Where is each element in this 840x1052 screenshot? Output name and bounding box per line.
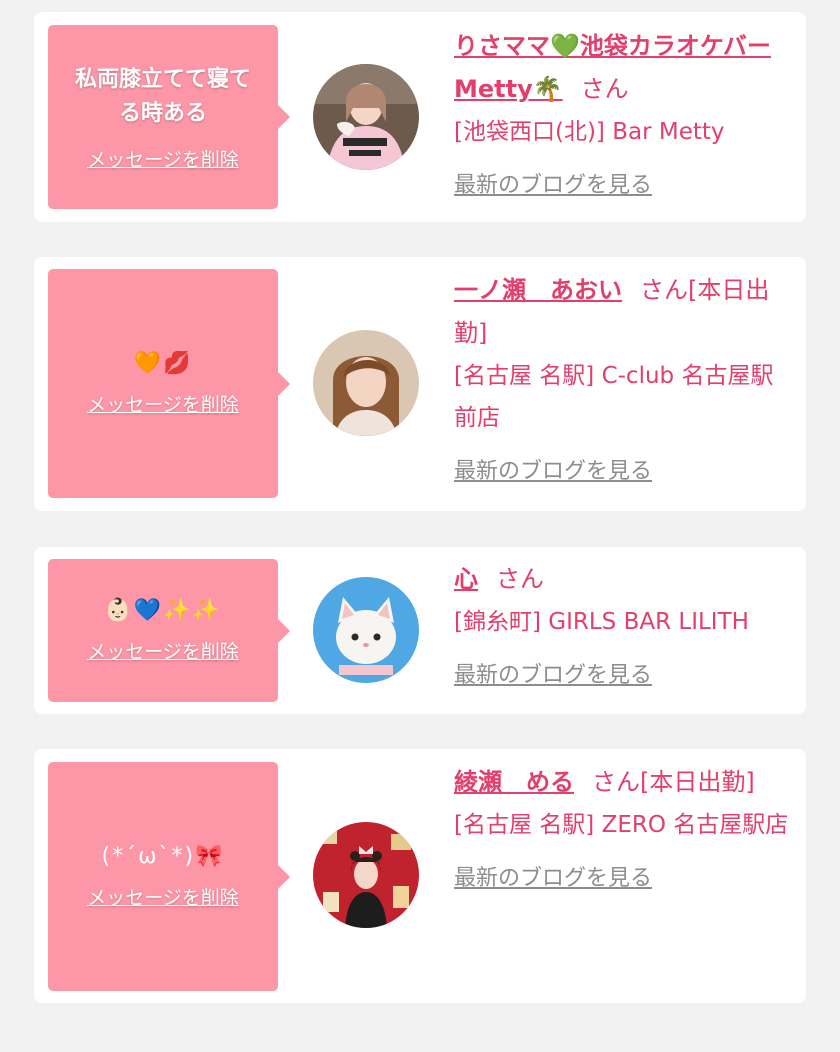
avatar-photo [313, 822, 419, 928]
message-line: る時ある [118, 100, 207, 126]
delete-message-link[interactable]: メッセージを削除 [87, 637, 239, 664]
latest-blog-link[interactable]: 最新のブログを見る [454, 167, 652, 199]
latest-blog-link[interactable]: 最新のブログを見る [454, 657, 652, 689]
message-text: 👶🏻💙✨✨ [104, 597, 222, 623]
message-bubble: 🧡💋 メッセージを削除 [48, 269, 290, 498]
avatar-photo [313, 577, 419, 683]
latest-blog-link[interactable]: 最新のブログを見る [454, 453, 652, 485]
message-bubble: (*´ω`*)🎀 メッセージを削除 [48, 762, 290, 991]
girl-card: 👶🏻💙✨✨ メッセージを削除 心さん [錦糸町] GIRLS BAR LILIT… [34, 547, 806, 714]
delete-message-link[interactable]: メッセージを削除 [87, 145, 239, 172]
shop-info: [錦糸町] GIRLS BAR LILITH [454, 609, 749, 635]
name-line: りさママ💚池袋カラオケバーMetty🌴 さん [454, 25, 794, 111]
message-bubble: 👶🏻💙✨✨ メッセージを削除 [48, 559, 290, 702]
name-line: 綾瀬 める さん[本日出勤] [454, 761, 794, 804]
girl-card: (*´ω`*)🎀 メッセージを削除 綾瀬 める さん[本日出勤] [名古屋 名駅]… [34, 749, 806, 1003]
girl-name-link[interactable]: 綾瀬 める [454, 768, 574, 796]
girl-name-link[interactable]: 心 [454, 565, 478, 593]
girl-info: 心さん [錦糸町] GIRLS BAR LILITH 最新のブログを見る [454, 558, 794, 689]
avatar[interactable] [313, 822, 419, 928]
name-line: 心さん [454, 558, 794, 601]
shop-info: [名古屋 名駅] C-club 名古屋駅前店 [454, 363, 774, 431]
message-line: 私両膝立てて寝て [74, 66, 251, 92]
delete-message-link[interactable]: メッセージを削除 [87, 390, 239, 417]
avatar[interactable] [313, 577, 419, 683]
honorific: さん[本日出勤] [592, 768, 755, 796]
latest-blog-link[interactable]: 最新のブログを見る [454, 860, 652, 892]
message-bubble: 私両膝立てて寝て る時ある メッセージを削除 [48, 25, 290, 209]
honorific: さん [580, 75, 629, 103]
girl-card: 私両膝立てて寝て る時ある メッセージを削除 りさママ💚池袋カラオケバーMett… [34, 12, 806, 222]
avatar[interactable] [313, 330, 419, 436]
girl-info: りさママ💚池袋カラオケバーMetty🌴 さん [池袋西口(北)] Bar Mett… [454, 25, 794, 199]
girl-info: 綾瀬 める さん[本日出勤] [名古屋 名駅] ZERO 名古屋駅店 最新のブログ… [454, 761, 794, 892]
avatar-photo [313, 64, 419, 170]
message-text: (*´ω`*)🎀 [101, 843, 225, 869]
avatar-photo [313, 330, 419, 436]
message-text: 私両膝立てて寝て る時ある [75, 63, 251, 131]
girl-info: 一ノ瀬 あおい さん[本日出勤] [名古屋 名駅] C-club 名古屋駅前店 最… [454, 269, 794, 485]
honorific: さん [496, 565, 544, 593]
shop-info: [池袋西口(北)] Bar Metty [454, 119, 725, 145]
delete-message-link[interactable]: メッセージを削除 [87, 883, 239, 910]
girl-name-link[interactable]: 一ノ瀬 あおい [454, 276, 622, 304]
shop-info: [名古屋 名駅] ZERO 名古屋駅店 [454, 812, 789, 838]
girl-card: 🧡💋 メッセージを削除 一ノ瀬 あおい さん[本日出勤] [名古屋 名駅] C-c… [34, 257, 806, 511]
avatar[interactable] [313, 64, 419, 170]
message-text: 🧡💋 [133, 350, 193, 376]
name-line: 一ノ瀬 あおい さん[本日出勤] [454, 269, 794, 355]
